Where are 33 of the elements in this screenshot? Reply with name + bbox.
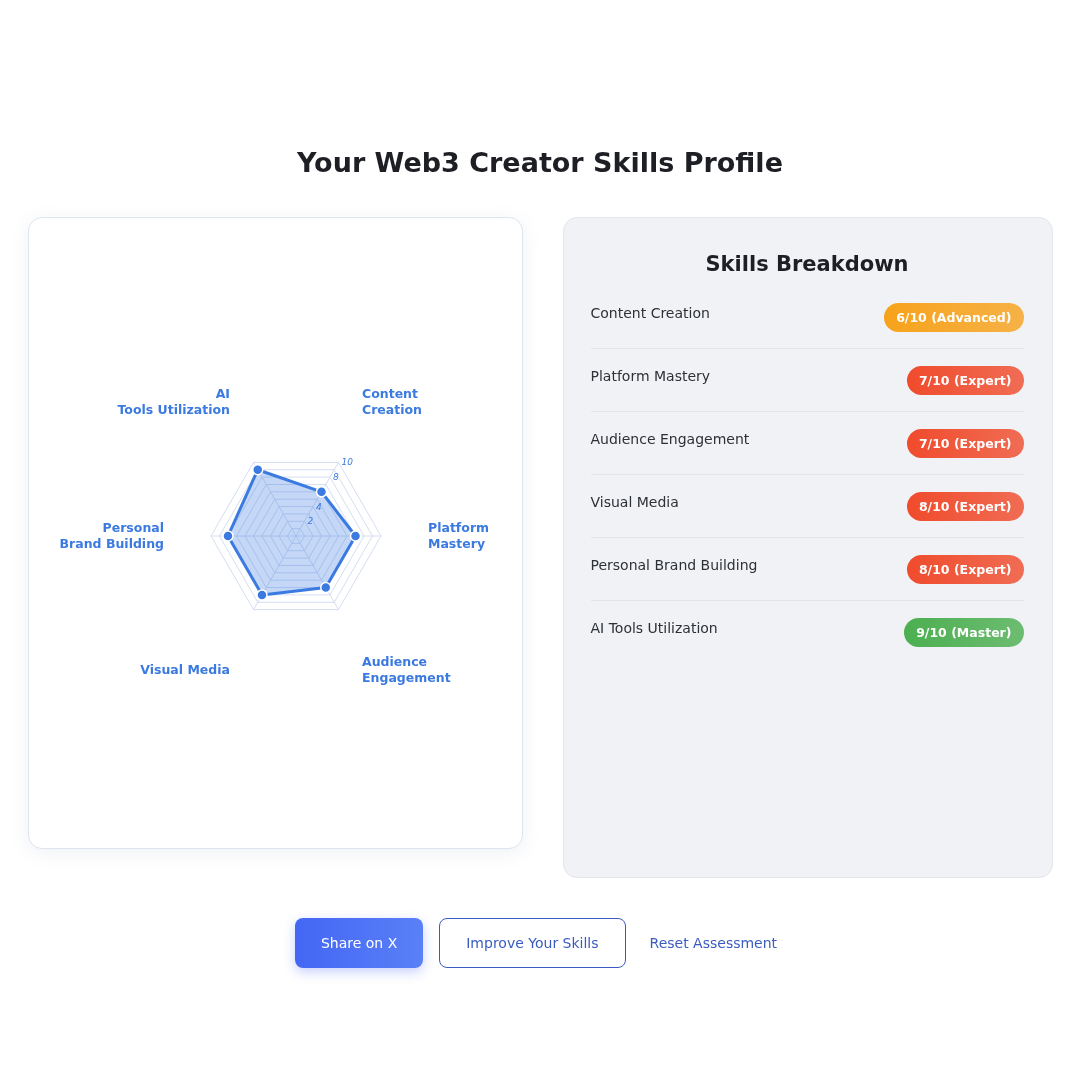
axis-label: Visual Media	[139, 662, 230, 678]
data-point	[319, 581, 331, 594]
score-badge: 7/10 (Expert)	[906, 428, 1024, 458]
axis-label: Personal Brand Building	[59, 520, 164, 551]
reset-link[interactable]: Reset Assessment	[641, 918, 786, 968]
page-title: Your Web3 Creator Skills Profile	[297, 146, 783, 180]
score-badge: 7/10 (Expert)	[906, 365, 1024, 395]
axis-label: AI Tools Utilization	[116, 385, 230, 417]
skill-name: Audience Engagement	[590, 431, 750, 447]
share-button[interactable]: Share on X	[294, 918, 424, 968]
data-point	[255, 589, 268, 601]
panel-title: Skills Breakdown	[704, 252, 910, 276]
data-point	[221, 530, 234, 542]
score-badge: 9/10 (Master)	[904, 617, 1024, 647]
skill-name: Platform Mastery	[590, 368, 711, 384]
skill-name: Personal Brand Building	[590, 557, 758, 573]
axis-tick-label: 4	[315, 501, 322, 512]
score-badge: 8/10 (Expert)	[906, 554, 1024, 584]
data-point	[315, 486, 327, 498]
axis-tick-label: 8	[332, 472, 339, 483]
skill-name: Visual Media	[590, 494, 679, 510]
data-point	[251, 464, 263, 476]
axis-label: Platform Mastery	[427, 520, 489, 551]
improve-button[interactable]: Improve Your Skills	[439, 918, 626, 968]
skill-name: AI Tools Utilization	[590, 620, 718, 636]
axis-tick-label: 10	[341, 457, 353, 468]
axis-label: Content Creation	[361, 385, 422, 417]
axis-tick-label: 2	[307, 516, 313, 527]
axis-label: Audience Engagement	[361, 654, 451, 686]
score-badge: 8/10 (Expert)	[906, 491, 1024, 521]
skill-name: Content Creation	[590, 305, 710, 321]
data-point	[349, 530, 361, 542]
score-badge: 6/10 (Advanced)	[884, 302, 1024, 332]
